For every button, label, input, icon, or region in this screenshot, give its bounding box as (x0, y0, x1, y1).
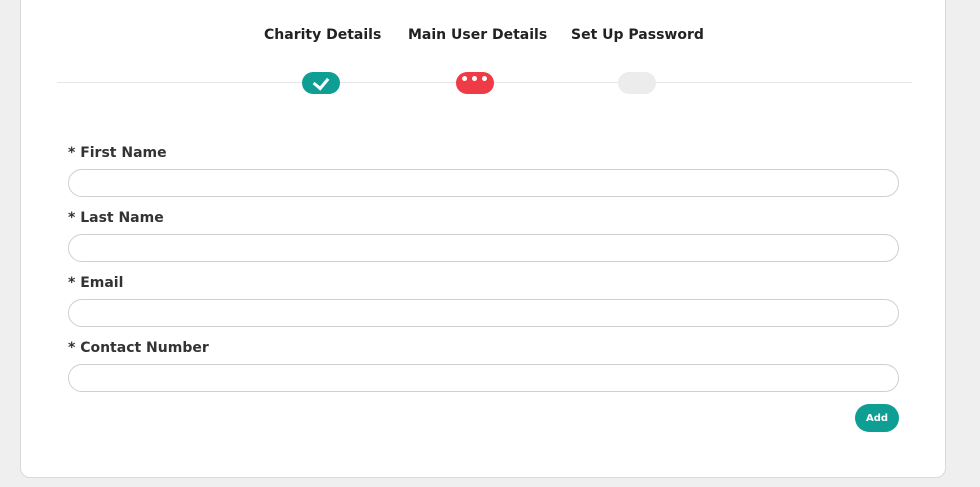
ellipsis-icon: ••• (460, 72, 490, 88)
email-field[interactable] (68, 299, 899, 327)
step-label-set-up-password: Set Up Password (571, 27, 704, 43)
step-indicator-completed (302, 72, 340, 94)
step-progress: Charity Details Main User Details Set Up… (21, 0, 945, 109)
first-name-label: * First Name (68, 145, 167, 161)
add-button[interactable]: Add (855, 404, 899, 432)
email-label: * Email (68, 275, 124, 291)
check-icon (312, 72, 330, 91)
first-name-field[interactable] (68, 169, 899, 197)
step-indicator-pending (618, 72, 656, 94)
step-label-main-user-details: Main User Details (408, 27, 548, 43)
contact-number-label: * Contact Number (68, 340, 209, 356)
step-label-charity-details: Charity Details (264, 27, 382, 43)
last-name-field[interactable] (68, 234, 899, 262)
last-name-label: * Last Name (68, 210, 164, 226)
registration-card: Charity Details Main User Details Set Up… (20, 0, 946, 478)
contact-number-field[interactable] (68, 364, 899, 392)
step-indicator-current: ••• (456, 72, 494, 94)
